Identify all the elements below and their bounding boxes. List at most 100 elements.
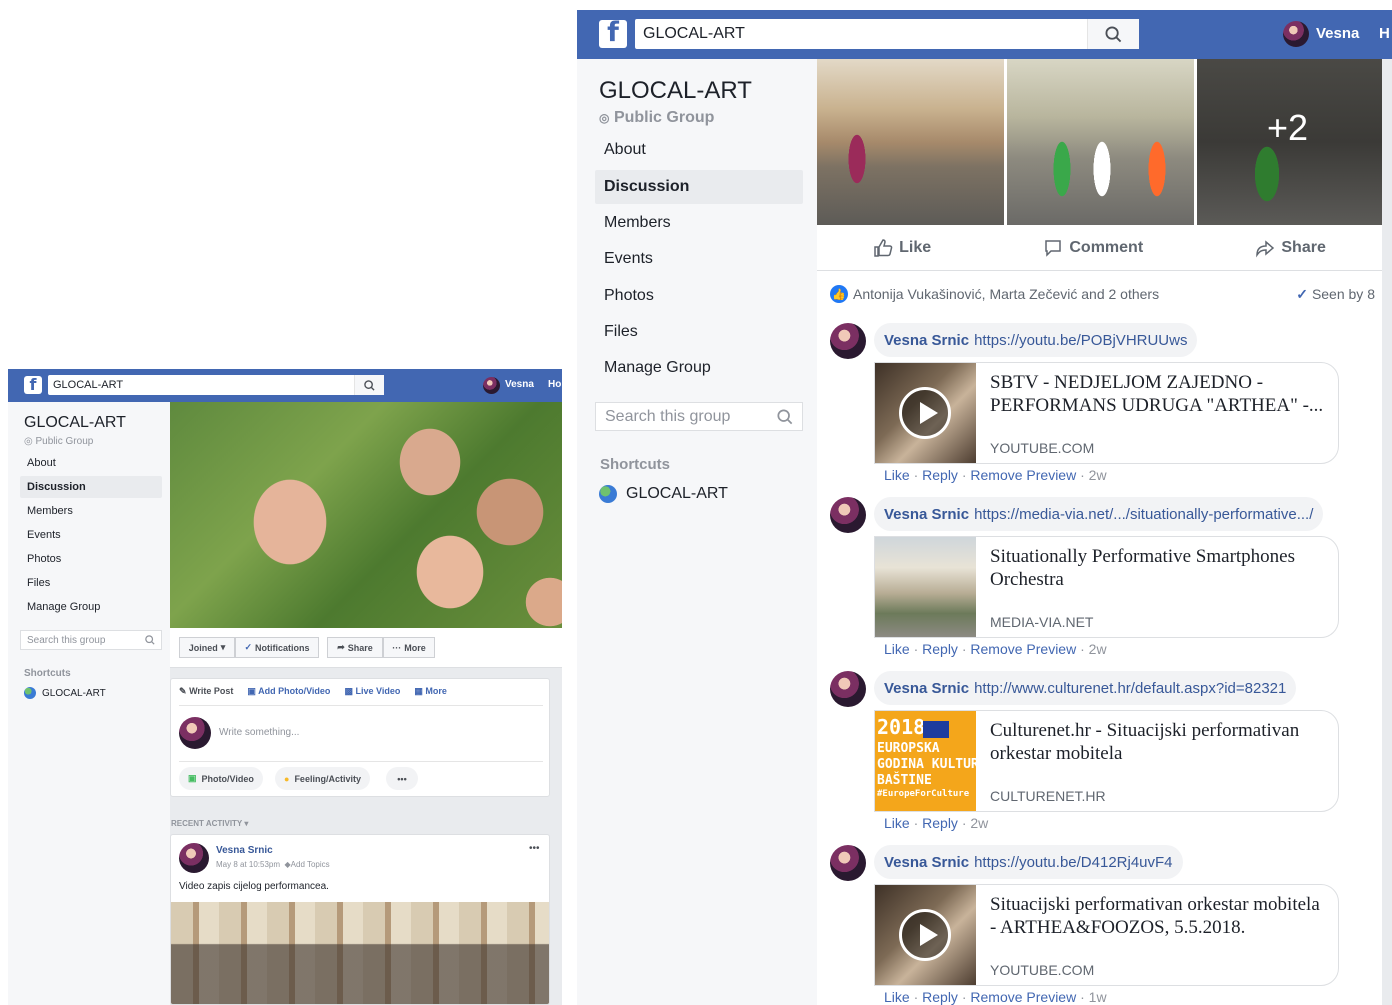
nav-about[interactable]: About bbox=[604, 141, 646, 159]
cover-photo[interactable] bbox=[170, 402, 562, 628]
link-preview[interactable]: Situationally Performative Smartphones O… bbox=[874, 536, 1339, 638]
post-photo-3[interactable]: +2 bbox=[1197, 59, 1382, 225]
preview-thumbnail[interactable] bbox=[875, 537, 976, 637]
avatar[interactable] bbox=[830, 323, 866, 359]
nav-files[interactable]: Files bbox=[27, 577, 50, 589]
nav-events[interactable]: Events bbox=[27, 529, 61, 541]
preview-title[interactable]: SBTV - NEDJELJOM ZAJEDNO - PERFORMANS UD… bbox=[990, 371, 1325, 417]
add-topics-link[interactable]: Add Topics bbox=[291, 860, 330, 869]
comment-action[interactable]: Reply bbox=[922, 467, 958, 483]
comment-action[interactable]: Like bbox=[884, 815, 910, 831]
link-preview[interactable]: SBTV - NEDJELJOM ZAJEDNO - PERFORMANS UD… bbox=[874, 362, 1339, 464]
nav-photos[interactable]: Photos bbox=[604, 287, 654, 305]
home-link[interactable]: Ho bbox=[548, 379, 561, 390]
comment-timestamp[interactable]: 2w bbox=[1089, 467, 1107, 483]
home-link[interactable]: H bbox=[1379, 25, 1390, 42]
more-photos-count[interactable]: +2 bbox=[1267, 107, 1308, 149]
profile-name[interactable]: Vesna bbox=[505, 379, 534, 390]
like-button[interactable]: Like bbox=[873, 238, 931, 258]
comment-action[interactable]: Reply bbox=[922, 989, 958, 1005]
group-search-input[interactable]: Search this group bbox=[605, 408, 730, 426]
preview-thumbnail[interactable]: 2018. EUROPSKA GODINA KULTURNE BAŠTINE #Euro… bbox=[875, 711, 994, 811]
group-search-input[interactable]: Search this group bbox=[27, 635, 105, 646]
post-photo-1[interactable] bbox=[817, 59, 1004, 225]
comment-action[interactable]: Reply bbox=[922, 815, 958, 831]
search-icon[interactable] bbox=[1087, 19, 1139, 49]
post-author[interactable]: Vesna Srnic bbox=[216, 845, 273, 856]
comment-action[interactable]: Remove Preview bbox=[970, 641, 1076, 657]
avatar[interactable] bbox=[1283, 21, 1309, 47]
preview-title[interactable]: Situacijski performativan orkestar mobit… bbox=[990, 893, 1325, 939]
comment-action[interactable]: Like bbox=[884, 467, 910, 483]
comment-author[interactable]: Vesna Srnic bbox=[884, 680, 969, 697]
link-preview[interactable]: Situacijski performativan orkestar mobit… bbox=[874, 884, 1339, 986]
comment-author[interactable]: Vesna Srnic bbox=[884, 332, 969, 349]
nav-manage-group[interactable]: Manage Group bbox=[604, 359, 711, 377]
tab-write-post[interactable]: ✎ Write Post bbox=[179, 686, 233, 705]
more-chip[interactable]: ••• bbox=[386, 767, 418, 790]
nav-about[interactable]: About bbox=[27, 457, 56, 469]
notifications-button[interactable]: ✓ Notifications bbox=[235, 637, 319, 658]
comment-action[interactable]: Like bbox=[884, 989, 910, 1005]
search-input[interactable]: GLOCAL-ART bbox=[48, 379, 354, 391]
nav-events[interactable]: Events bbox=[604, 250, 653, 268]
comment-button[interactable]: Comment bbox=[1043, 238, 1143, 258]
post-photo-2[interactable] bbox=[1007, 59, 1194, 225]
search-icon[interactable] bbox=[354, 375, 384, 395]
nav-discussion[interactable]: Discussion bbox=[20, 476, 162, 498]
share-button[interactable]: Share bbox=[1255, 238, 1326, 258]
link-preview[interactable]: 2018. EUROPSKA GODINA KULTURNE BAŠTINE #Euro… bbox=[874, 710, 1339, 812]
search-input[interactable]: GLOCAL-ART bbox=[635, 25, 1087, 43]
nav-manage-group[interactable]: Manage Group bbox=[27, 601, 100, 613]
facebook-logo-icon[interactable]: f bbox=[24, 375, 42, 394]
avatar[interactable] bbox=[830, 671, 866, 707]
tab-add-photo[interactable]: ▣ Add Photo/Video bbox=[247, 686, 330, 705]
share-button[interactable]: ➦ Share bbox=[327, 637, 383, 658]
preview-title[interactable]: Culturenet.hr - Situacijski performativa… bbox=[990, 719, 1325, 765]
comment-timestamp[interactable]: 2w bbox=[970, 815, 988, 831]
more-button[interactable]: ··· More bbox=[383, 637, 435, 658]
nav-members[interactable]: Members bbox=[27, 505, 73, 517]
group-title[interactable]: GLOCAL-ART bbox=[599, 77, 752, 105]
comment-link[interactable]: https://youtu.be/D412Rj4uvF4 bbox=[974, 854, 1172, 871]
photo-video-chip[interactable]: ▣ Photo/Video bbox=[179, 767, 263, 790]
joined-button[interactable]: Joined ▾ bbox=[179, 637, 235, 658]
comment-action[interactable]: Remove Preview bbox=[970, 989, 1076, 1005]
avatar[interactable] bbox=[483, 377, 500, 394]
post-timestamp[interactable]: May 8 at 10:53pm bbox=[216, 860, 280, 869]
preview-title[interactable]: Situationally Performative Smartphones O… bbox=[990, 545, 1325, 591]
comment-timestamp[interactable]: 1w bbox=[1089, 989, 1107, 1005]
nav-photos[interactable]: Photos bbox=[27, 553, 61, 565]
post-video-thumbnail[interactable] bbox=[171, 902, 549, 1004]
global-search[interactable]: GLOCAL-ART bbox=[635, 19, 1139, 49]
nav-members[interactable]: Members bbox=[604, 214, 671, 232]
shortcut-item[interactable]: GLOCAL-ART bbox=[599, 485, 728, 503]
recent-activity-heading[interactable]: RECENT ACTIVITY ▾ bbox=[171, 819, 248, 828]
nav-files[interactable]: Files bbox=[604, 323, 638, 341]
avatar[interactable] bbox=[179, 843, 209, 873]
avatar[interactable] bbox=[830, 845, 866, 881]
preview-thumbnail[interactable] bbox=[875, 363, 976, 463]
facebook-logo-icon[interactable]: f bbox=[599, 17, 627, 48]
comment-author[interactable]: Vesna Srnic bbox=[884, 506, 969, 523]
comment-action[interactable]: Reply bbox=[922, 641, 958, 657]
profile-name[interactable]: Vesna bbox=[1316, 25, 1359, 42]
feeling-chip[interactable]: ● Feeling/Activity bbox=[275, 767, 370, 790]
composer-input[interactable]: Write something... bbox=[219, 727, 299, 738]
reactions-summary[interactable]: 👍 Antonija Vukašinović, Marta Zečević an… bbox=[830, 285, 1159, 303]
shortcut-item[interactable]: GLOCAL-ART bbox=[24, 687, 106, 699]
global-search[interactable]: GLOCAL-ART bbox=[48, 375, 384, 395]
avatar[interactable] bbox=[830, 497, 866, 533]
group-search-box[interactable]: Search this group bbox=[20, 630, 162, 650]
preview-thumbnail[interactable] bbox=[875, 885, 976, 985]
seen-by[interactable]: ✓ Seen by 8 bbox=[1296, 286, 1375, 303]
group-title[interactable]: GLOCAL-ART bbox=[24, 414, 126, 432]
comment-action[interactable]: Remove Preview bbox=[970, 467, 1076, 483]
comment-action[interactable]: Like bbox=[884, 641, 910, 657]
comment-timestamp[interactable]: 2w bbox=[1089, 641, 1107, 657]
group-search-box[interactable]: Search this group bbox=[595, 402, 803, 431]
post-options[interactable]: ••• bbox=[529, 843, 540, 854]
comment-link[interactable]: https://media-via.net/.../situationally-… bbox=[974, 506, 1313, 523]
play-icon[interactable] bbox=[899, 909, 951, 961]
comment-link[interactable]: http://www.culturenet.hr/default.aspx?id… bbox=[974, 680, 1286, 697]
